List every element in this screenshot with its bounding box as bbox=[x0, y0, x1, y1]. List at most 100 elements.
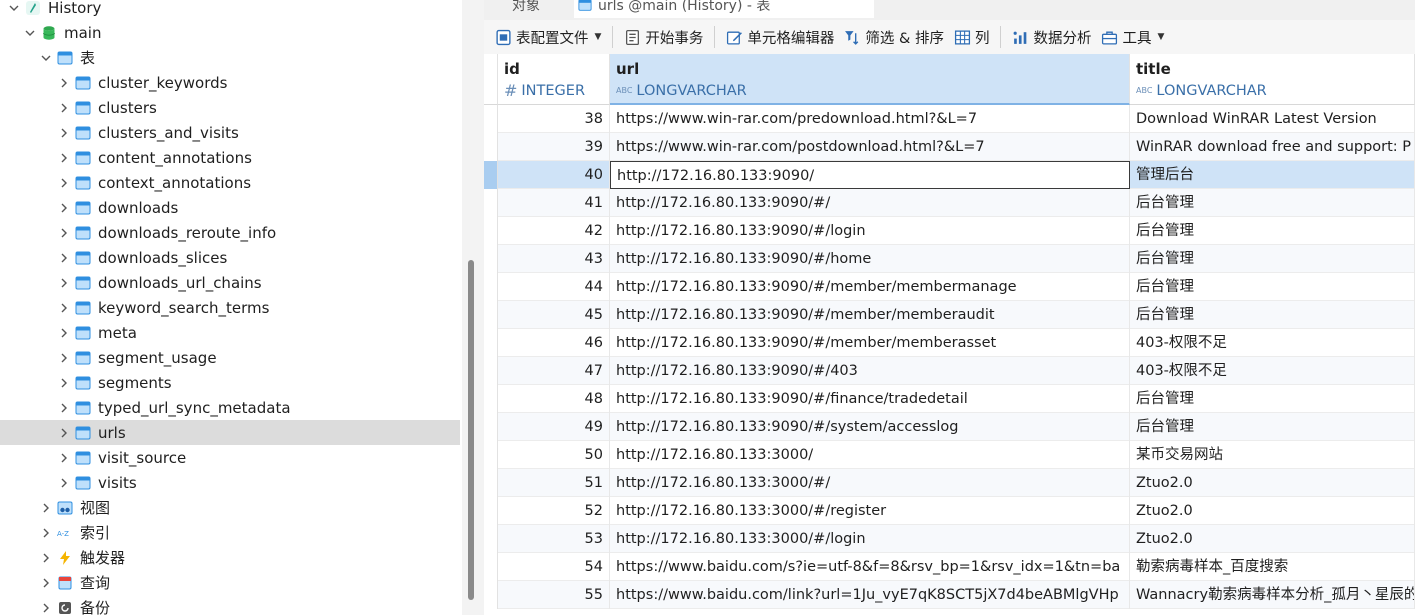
begin-transaction-button[interactable]: 开始事务 bbox=[619, 23, 708, 51]
tree-item-tables-group[interactable]: 表 bbox=[0, 45, 460, 70]
cell-id[interactable]: 38 bbox=[498, 105, 610, 133]
cell-id[interactable]: 41 bbox=[498, 189, 610, 217]
row-indicator[interactable] bbox=[484, 217, 498, 245]
tree-item-table[interactable]: cluster_keywords bbox=[0, 70, 460, 95]
cell-url[interactable]: http://172.16.80.133:9090/#/system/acces… bbox=[610, 413, 1130, 441]
table-row[interactable]: 44 http://172.16.80.133:9090/#/member/mem… bbox=[484, 273, 1415, 301]
table-row[interactable]: 40 http://172.16.80.133:9090/管理后台 bbox=[484, 161, 1415, 189]
table-row[interactable]: 52 http://172.16.80.133:3000/#/register Zt… bbox=[484, 497, 1415, 525]
row-indicator[interactable] bbox=[484, 273, 498, 301]
tools-button[interactable]: 工具 ▼ bbox=[1096, 23, 1169, 51]
chevron-right-icon[interactable] bbox=[58, 220, 70, 245]
tree-item-table[interactable]: clusters_and_visits bbox=[0, 120, 460, 145]
chevron-right-icon[interactable] bbox=[58, 70, 70, 95]
row-indicator[interactable] bbox=[484, 189, 498, 217]
row-indicator[interactable] bbox=[484, 133, 498, 161]
cell-title[interactable]: Ztuo2.0 bbox=[1130, 525, 1415, 553]
cell-url[interactable]: https://www.baidu.com/s?ie=utf-8&f=8&rsv… bbox=[610, 553, 1130, 581]
cell-title[interactable]: 后台管理 bbox=[1130, 189, 1415, 217]
data-analysis-button[interactable]: 数据分析 bbox=[1007, 23, 1096, 51]
cell-id[interactable]: 49 bbox=[498, 413, 610, 441]
chevron-down-icon[interactable] bbox=[40, 45, 52, 70]
chevron-right-icon[interactable] bbox=[58, 270, 70, 295]
cell-id[interactable]: 55 bbox=[498, 581, 610, 609]
cell-id[interactable]: 51 bbox=[498, 469, 610, 497]
chevron-right-icon[interactable] bbox=[58, 470, 70, 495]
chevron-right-icon[interactable] bbox=[58, 345, 70, 370]
tree-item-indexes[interactable]: A-Z 索引 bbox=[0, 520, 460, 545]
tree-item-table[interactable]: downloads_slices bbox=[0, 245, 460, 270]
cell-title[interactable]: 管理后台 bbox=[1130, 161, 1415, 189]
cell-id[interactable]: 44 bbox=[498, 273, 610, 301]
chevron-right-icon[interactable] bbox=[58, 95, 70, 120]
chevron-right-icon[interactable] bbox=[58, 420, 70, 445]
cell-id[interactable]: 46 bbox=[498, 329, 610, 357]
tree-item-views[interactable]: 视图 bbox=[0, 495, 460, 520]
cell-url[interactable]: https://www.win-rar.com/predownload.html… bbox=[610, 105, 1130, 133]
row-indicator[interactable] bbox=[484, 497, 498, 525]
cell-url[interactable]: http://172.16.80.133:9090/ bbox=[610, 161, 1130, 189]
cell-url[interactable]: http://172.16.80.133:3000/#/ bbox=[610, 469, 1130, 497]
row-indicator[interactable] bbox=[484, 161, 498, 189]
table-row[interactable]: 54 https://www.baidu.com/s?ie=utf-8&f=8&r… bbox=[484, 553, 1415, 581]
cell-url[interactable]: http://172.16.80.133:9090/#/403 bbox=[610, 357, 1130, 385]
tree-item-main[interactable]: main bbox=[0, 20, 460, 45]
column-header-id[interactable]: id # INTEGER bbox=[498, 54, 610, 105]
cell-id[interactable]: 54 bbox=[498, 553, 610, 581]
chevron-right-icon[interactable] bbox=[40, 595, 52, 615]
cell-id[interactable]: 45 bbox=[498, 301, 610, 329]
cell-url[interactable]: https://www.win-rar.com/postdownload.htm… bbox=[610, 133, 1130, 161]
tree-item-table[interactable]: content_annotations bbox=[0, 145, 460, 170]
table-row[interactable]: 50 http://172.16.80.133:3000/某币交易网站 bbox=[484, 441, 1415, 469]
tree-item-queries[interactable]: 查询 bbox=[0, 570, 460, 595]
chevron-right-icon[interactable] bbox=[40, 520, 52, 545]
tree-item-table[interactable]: downloads bbox=[0, 195, 460, 220]
cell-title[interactable]: 后台管理 bbox=[1130, 301, 1415, 329]
table-row[interactable]: 53 http://172.16.80.133:3000/#/login Ztuo2… bbox=[484, 525, 1415, 553]
cell-title[interactable]: 后台管理 bbox=[1130, 273, 1415, 301]
row-indicator[interactable] bbox=[484, 357, 498, 385]
cell-title[interactable]: 后台管理 bbox=[1130, 413, 1415, 441]
cell-url[interactable]: http://172.16.80.133:3000/ bbox=[610, 441, 1130, 469]
tree-item-table[interactable]: typed_url_sync_metadata bbox=[0, 395, 460, 420]
row-indicator[interactable] bbox=[484, 581, 498, 609]
cell-url[interactable]: http://172.16.80.133:9090/#/home bbox=[610, 245, 1130, 273]
column-header-url[interactable]: url ABC LONGVARCHAR bbox=[610, 54, 1130, 105]
chevron-right-icon[interactable] bbox=[58, 195, 70, 220]
table-row[interactable]: 42 http://172.16.80.133:9090/#/login 后台管理 bbox=[484, 217, 1415, 245]
cell-title[interactable]: Download WinRAR Latest Version bbox=[1130, 105, 1415, 133]
table-row[interactable]: 49 http://172.16.80.133:9090/#/system/acc… bbox=[484, 413, 1415, 441]
cell-id[interactable]: 39 bbox=[498, 133, 610, 161]
cell-id[interactable]: 43 bbox=[498, 245, 610, 273]
tab-objects[interactable]: 对象 bbox=[512, 0, 572, 18]
table-row[interactable]: 39 https://www.win-rar.com/postdownload.h… bbox=[484, 133, 1415, 161]
tree-item-table[interactable]: visits bbox=[0, 470, 460, 495]
cell-id[interactable]: 52 bbox=[498, 497, 610, 525]
cell-url[interactable]: http://172.16.80.133:9090/#/login bbox=[610, 217, 1130, 245]
cell-title[interactable]: Wannacry勒索病毒样本分析_孤月丶星辰的 bbox=[1130, 581, 1415, 609]
tree-item-table[interactable]: keyword_search_terms bbox=[0, 295, 460, 320]
row-indicator[interactable] bbox=[484, 329, 498, 357]
chevron-right-icon[interactable] bbox=[58, 120, 70, 145]
tree-item-table[interactable]: segment_usage bbox=[0, 345, 460, 370]
row-indicator[interactable] bbox=[484, 385, 498, 413]
cell-url[interactable]: http://172.16.80.133:9090/#/member/membe… bbox=[610, 329, 1130, 357]
tab-urls-table[interactable]: urls @main (History) - 表 bbox=[574, 0, 874, 18]
column-header-title[interactable]: title ABC LONGVARCHAR bbox=[1130, 54, 1415, 105]
cell-title[interactable]: WinRAR download free and support: P bbox=[1130, 133, 1415, 161]
cell-url[interactable]: http://172.16.80.133:9090/#/member/membe… bbox=[610, 273, 1130, 301]
chevron-right-icon[interactable] bbox=[58, 320, 70, 345]
cell-title[interactable]: Ztuo2.0 bbox=[1130, 469, 1415, 497]
table-row[interactable]: 48 http://172.16.80.133:9090/#/finance/tr… bbox=[484, 385, 1415, 413]
cell-title[interactable]: 后台管理 bbox=[1130, 245, 1415, 273]
tree-item-table[interactable]: downloads_url_chains bbox=[0, 270, 460, 295]
cell-url[interactable]: http://172.16.80.133:9090/#/finance/trad… bbox=[610, 385, 1130, 413]
cell-id[interactable]: 40 bbox=[498, 161, 610, 189]
cell-title[interactable]: 403-权限不足 bbox=[1130, 329, 1415, 357]
cell-url[interactable]: http://172.16.80.133:3000/#/login bbox=[610, 525, 1130, 553]
tree-item-table[interactable]: meta bbox=[0, 320, 460, 345]
cell-id[interactable]: 47 bbox=[498, 357, 610, 385]
cell-title[interactable]: Ztuo2.0 bbox=[1130, 497, 1415, 525]
tree-item-table[interactable]: urls bbox=[0, 420, 460, 445]
tree-item-table[interactable]: visit_source bbox=[0, 445, 460, 470]
